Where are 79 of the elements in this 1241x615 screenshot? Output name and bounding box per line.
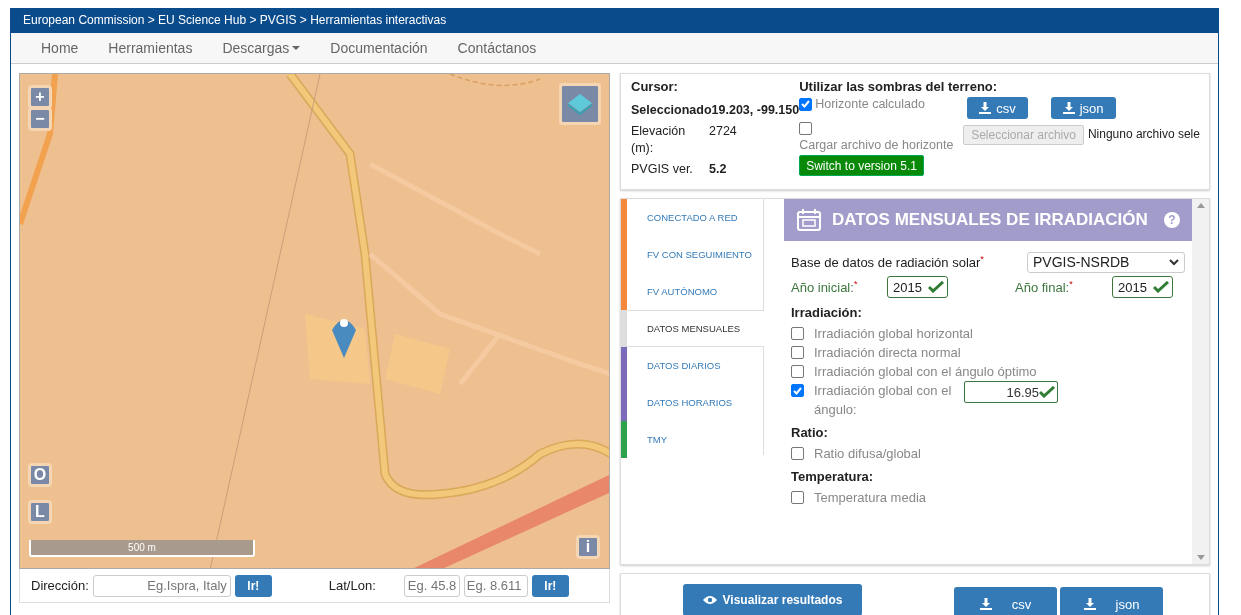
option-label: Irradiación directa normal — [814, 344, 961, 362]
latlon-label: Lat/Lon: — [328, 578, 377, 593]
go-button[interactable]: Ir! — [531, 574, 569, 597]
start-year-field[interactable]: 2015 — [887, 276, 948, 298]
eye-icon — [702, 595, 717, 605]
option-label: Ratio difusa/global — [814, 445, 921, 463]
visualize-button[interactable]: Visualizar resultados — [683, 584, 862, 615]
side-tab[interactable]: CONECTADO A RED — [621, 199, 763, 236]
info-value: 2724 — [709, 123, 737, 140]
nav-link[interactable]: Herramientas — [93, 40, 208, 56]
calendar-icon — [796, 208, 822, 232]
address-field[interactable]: Eg.Ispra, Italy — [92, 574, 231, 597]
base-layer-button[interactable]: O — [28, 463, 52, 487]
download-icon — [979, 598, 992, 610]
side-tab[interactable]: DATOS MENSUALES — [621, 310, 764, 347]
latitude-field[interactable]: Eg. 45.8 — [403, 574, 460, 597]
horizon-option[interactable]: Horizonte calculado — [799, 97, 960, 111]
info-button[interactable]: i — [576, 535, 600, 559]
section-title: Irradiación: — [791, 305, 863, 320]
layers-button[interactable] — [559, 83, 601, 125]
section-title: Ratio: — [791, 425, 829, 440]
section-title: Temperatura: — [791, 469, 875, 484]
zoom-in-button[interactable]: + — [28, 85, 52, 109]
end-year-field[interactable]: 2015 — [1112, 276, 1173, 298]
checkbox[interactable] — [791, 491, 804, 504]
nav-link[interactable]: Contáctanos — [442, 40, 552, 56]
panel-title: DATOS MENSUALES DE IRRADIACIÓN — [832, 210, 1149, 230]
json-button[interactable]: json — [1050, 97, 1116, 119]
chevron-icon — [1169, 258, 1179, 266]
checkbox[interactable] — [799, 122, 813, 135]
info-label: Seleccionado — [631, 102, 712, 119]
help-icon[interactable]: ? — [1164, 212, 1180, 228]
info-label: Elevación (m): — [631, 123, 687, 157]
horizon-title: Utilizar las sombras del terreno: — [799, 79, 999, 94]
database-label: Base de datos de radiación solar$^{*}$ — [791, 253, 984, 271]
go-button[interactable]: Ir! — [234, 574, 272, 597]
nav-link[interactable]: Home — [26, 40, 94, 56]
checkbox[interactable] — [791, 327, 804, 340]
base-layer-button[interactable]: L — [28, 500, 52, 524]
zoom-out-button[interactable]: − — [28, 107, 52, 131]
check-icon — [928, 281, 944, 293]
map[interactable]: + − O L 500 m i — [19, 73, 610, 569]
info-label: PVGIS ver. — [631, 161, 694, 178]
download-icon — [1083, 598, 1096, 610]
start-year-label: Año inicial:$^{*}$ — [791, 278, 859, 296]
database-select[interactable]: PVGIS-NSRDB — [1027, 251, 1185, 273]
checkbox[interactable] — [791, 447, 804, 460]
checkbox[interactable] — [791, 384, 804, 397]
option-label: Temperatura media — [814, 489, 926, 507]
checkbox[interactable] — [791, 346, 804, 359]
download-icon — [979, 102, 992, 114]
switch-version-button[interactable]: Switch to version 5.1 — [799, 155, 924, 176]
checkbox[interactable] — [791, 365, 804, 378]
nav-link[interactable]: Descargas — [207, 40, 316, 56]
end-year-label: Año final:$^{*}$ — [1015, 278, 1074, 296]
check-icon — [1039, 386, 1055, 398]
horizon-option[interactable]: Cargar archivo de horizonte — [799, 122, 960, 152]
layers-icon — [566, 92, 594, 116]
download-icon — [1062, 102, 1075, 114]
file-status: Ninguno archivo sele — [1087, 127, 1200, 141]
checkbox[interactable] — [799, 97, 813, 111]
option-label: Irradiación global con el ángulo: — [814, 382, 953, 419]
caret-icon — [292, 46, 301, 50]
cursor-title: Cursor: — [631, 79, 679, 94]
info-value: 19.203, -99.150 — [711, 102, 800, 119]
angle-field[interactable]: 16.95 — [964, 381, 1058, 403]
json-button[interactable]: json — [1060, 587, 1163, 615]
scale-bar: 500 m — [29, 540, 255, 557]
option-label: Irradiación global con el ángulo óptimo — [814, 363, 1037, 381]
scrollbar[interactable] — [1192, 199, 1209, 564]
info-value: 5.2 — [709, 161, 727, 178]
address-label: Dirección: — [31, 578, 89, 593]
longitude-field[interactable]: Eg. 8.611 — [463, 574, 528, 597]
option-label: Irradiación global horizontal — [814, 325, 973, 343]
breadcrumb: European Commission > EU Science Hub > PVGIS > Herramientas interactivas — [11, 10, 1218, 33]
csv-button[interactable]: csv — [954, 587, 1057, 615]
nav-link[interactable]: Documentación — [315, 40, 443, 56]
csv-button[interactable]: csv — [967, 97, 1028, 119]
check-icon — [1153, 281, 1169, 293]
